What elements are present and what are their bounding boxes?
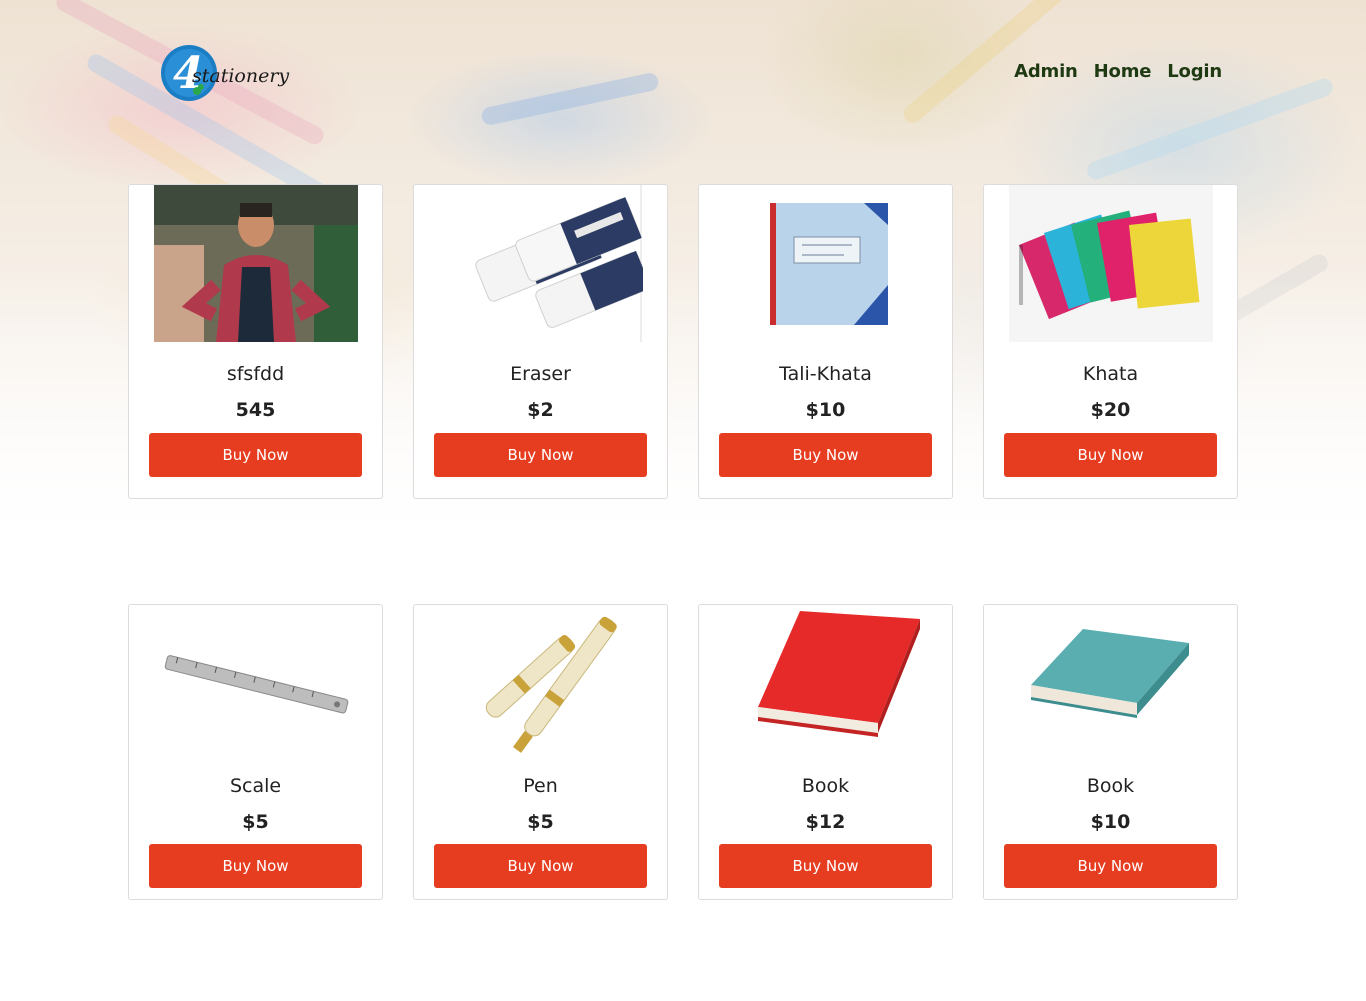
buy-now-button[interactable]: Buy Now — [1004, 433, 1217, 477]
product-card: Scale $5 Buy Now — [128, 604, 383, 900]
nav-home[interactable]: Home — [1094, 61, 1152, 82]
product-name: sfsfdd — [226, 363, 285, 385]
site-header: 4 stationery Admin Home Login — [0, 0, 1366, 150]
product-name: Tali-Khata — [779, 363, 872, 385]
product-name: Scale — [229, 775, 282, 797]
buy-now-button[interactable]: Buy Now — [149, 844, 362, 888]
buy-now-button[interactable]: Buy Now — [719, 433, 932, 477]
product-price: $12 — [805, 811, 846, 833]
product-image[interactable] — [439, 185, 643, 342]
product-name: Eraser — [510, 363, 571, 385]
product-name: Book — [801, 775, 850, 797]
product-image[interactable] — [724, 607, 928, 757]
product-card: Book $12 Buy Now — [698, 604, 953, 900]
product-card: sfsfdd 545 Buy Now — [128, 184, 383, 499]
product-card: Tali-Khata $10 Buy Now — [698, 184, 953, 499]
buy-now-button[interactable]: Buy Now — [149, 433, 362, 477]
product-name: Book — [1086, 775, 1135, 797]
product-price: $5 — [242, 811, 269, 833]
product-price: $5 — [527, 811, 554, 833]
logo-text: stationery — [192, 65, 289, 87]
product-name: Khata — [1082, 363, 1139, 385]
product-image[interactable] — [724, 185, 928, 342]
buy-now-button[interactable]: Buy Now — [434, 844, 647, 888]
product-image[interactable] — [154, 185, 358, 342]
product-price: $10 — [1090, 811, 1131, 833]
product-image[interactable] — [439, 607, 643, 757]
product-price: $10 — [805, 399, 846, 421]
brand-logo[interactable]: 4 stationery — [160, 42, 290, 104]
nav-login[interactable]: Login — [1167, 61, 1222, 82]
buy-now-button[interactable]: Buy Now — [434, 433, 647, 477]
product-price: 545 — [235, 399, 276, 421]
product-name: Pen — [523, 775, 558, 797]
product-price: $20 — [1090, 399, 1131, 421]
nav-admin[interactable]: Admin — [1014, 61, 1078, 82]
product-image[interactable] — [154, 607, 358, 757]
product-card: Khata $20 Buy Now — [983, 184, 1238, 499]
product-card: Book $10 Buy Now — [983, 604, 1238, 900]
buy-now-button[interactable]: Buy Now — [719, 844, 932, 888]
product-card: Eraser $2 Buy Now — [413, 184, 668, 499]
product-image[interactable] — [1009, 607, 1213, 757]
buy-now-button[interactable]: Buy Now — [1004, 844, 1217, 888]
product-image[interactable] — [1009, 185, 1213, 342]
main-nav: Admin Home Login — [1014, 61, 1222, 82]
product-price: $2 — [527, 399, 554, 421]
product-grid: sfsfdd 545 Buy Now Eraser $2 Buy Now Tal… — [128, 184, 1238, 900]
product-card: Pen $5 Buy Now — [413, 604, 668, 900]
